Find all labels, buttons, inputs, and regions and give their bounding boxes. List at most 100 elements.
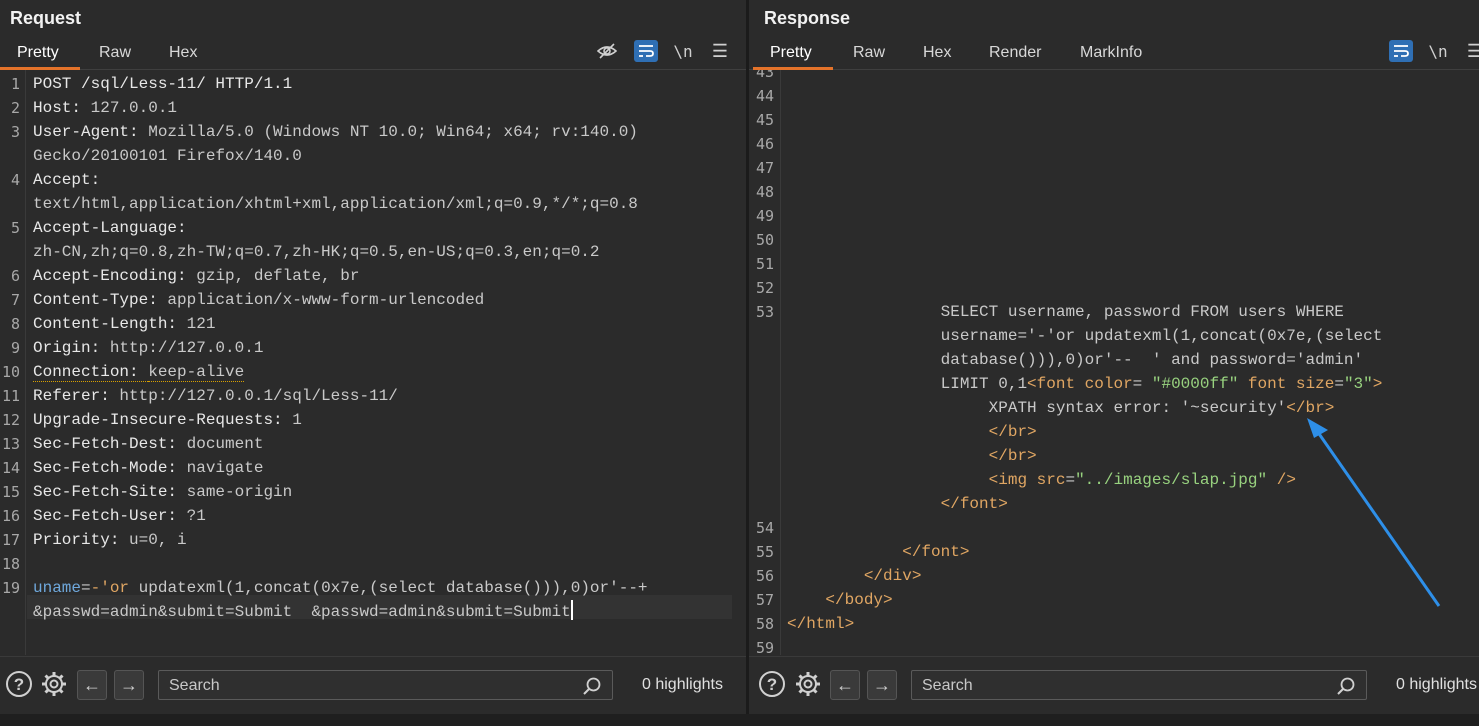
code-token: Upgrade-Insecure-Requests:: [33, 411, 293, 429]
next-arrow-icon[interactable]: →: [114, 670, 144, 700]
code-token: http://127.0.0.1/sql/Less-11/: [119, 387, 398, 405]
line-number: 15: [1, 483, 20, 501]
request-editor[interactable]: 1 POST /sql/Less-11/ HTTP/1.1 2 Host: 127.0…: [0, 70, 746, 655]
code-token: zh-CN,zh;q=0.8,zh-TW;q=0.7,zh-HK;q=0.5,e…: [33, 243, 600, 261]
response-title: Response: [764, 8, 851, 28]
tab-raw[interactable]: Raw: [853, 44, 885, 62]
code-token: keep-alive: [148, 363, 245, 382]
code-token: Gecko/20100101 Firefox/140.0: [33, 147, 302, 165]
code-line: Upgrade-Insecure-Requests: 1: [33, 408, 302, 432]
code-line: Referer: http://127.0.0.1/sql/Less-11/: [33, 384, 398, 408]
response-footer: ? ← → 0 highlights: [749, 656, 1479, 715]
previous-arrow-icon[interactable]: ←: [77, 670, 107, 700]
code-token: Accept:: [33, 171, 101, 189]
request-title: Request: [10, 8, 82, 28]
help-icon[interactable]: ?: [4, 669, 34, 699]
code-token: Sec-Fetch-User:: [33, 507, 187, 525]
line-number: 13: [1, 435, 20, 453]
tab-raw[interactable]: Raw: [99, 44, 131, 62]
code-line: Gecko/20100101 Firefox/140.0: [33, 144, 302, 168]
line-number: 8: [10, 315, 20, 333]
help-icon[interactable]: ?: [757, 669, 787, 699]
tab-pretty[interactable]: Pretty: [17, 44, 59, 62]
line-number: 19: [1, 579, 20, 597]
status-bar: [0, 714, 1479, 726]
line-number: 2: [10, 99, 20, 117]
tab-hex[interactable]: Hex: [169, 44, 197, 62]
code-token: Sec-Fetch-Dest:: [33, 435, 187, 453]
code-line: Accept-Language:: [33, 216, 187, 240]
request-search-box: [158, 670, 613, 700]
code-token: Priority:: [33, 531, 130, 549]
line-number: 1: [10, 75, 20, 93]
code-line: uname=-'or updatexml(1,concat(0x7e,(sele…: [33, 576, 648, 600]
next-arrow-icon[interactable]: →: [867, 670, 897, 700]
response-editor[interactable]: 43 44 45 46 47 48 49 50 51 52 53 SELECT username, …: [749, 70, 1479, 655]
code-token: User-Agent:: [33, 123, 149, 141]
code-token: Sec-Fetch-Site:: [33, 483, 187, 501]
code-token: Origin:: [33, 339, 110, 357]
code-token: uname: [33, 579, 82, 597]
code-line: Accept-Encoding: gzip, deflate, br: [33, 264, 359, 288]
code-token: -'or: [90, 579, 139, 597]
request-search-input[interactable]: [167, 675, 551, 697]
code-token: u=0, i: [129, 531, 187, 549]
code-token: document: [186, 435, 264, 453]
code-token: 1: [292, 411, 302, 429]
menu-icon[interactable]: ☰: [708, 40, 732, 62]
wrap-lines-icon[interactable]: [1389, 40, 1413, 62]
line-number: 4: [10, 171, 20, 189]
code-token: Referer:: [33, 387, 120, 405]
code-token: Accept-Language:: [33, 219, 187, 237]
code-token: 127.0.0.1: [90, 99, 178, 117]
newline-toggle-icon[interactable]: \n: [671, 40, 695, 62]
code-line: text/html,application/xhtml+xml,applicat…: [33, 192, 638, 216]
code-line: Sec-Fetch-User: ?1: [33, 504, 206, 528]
hide-eye-icon[interactable]: [595, 40, 619, 62]
code-token: Accept-Encoding:: [33, 267, 197, 285]
code-token: Content-Length:: [33, 315, 187, 333]
response-pane: Response Pretty Raw Hex Render MarkInfo …: [749, 0, 1479, 726]
text-caret: [570, 600, 573, 620]
settings-gear-icon[interactable]: [39, 669, 69, 699]
code-token: Mozilla/5.0 (Windows NT 10.0; Win64; x64…: [148, 123, 638, 141]
wrap-lines-icon[interactable]: [634, 40, 658, 62]
code-token: =: [81, 579, 91, 597]
search-icon[interactable]: [1336, 676, 1356, 701]
menu-icon[interactable]: ☰: [1463, 40, 1479, 62]
line-number: 5: [10, 219, 20, 237]
response-tabs: Pretty Raw Hex Render MarkInfo \n ☰: [749, 40, 1479, 70]
line-number: 3: [10, 123, 20, 141]
code-line: &passwd=admin&submit=Submit &passwd=admi…: [33, 600, 573, 624]
code-token: POST /sql/Less-11/ HTTP/1.1: [33, 75, 293, 93]
code-token: ?1: [186, 507, 206, 525]
code-token: updatexml(1,concat(0x7e,(select database…: [138, 579, 648, 597]
newline-toggle-icon[interactable]: \n: [1426, 40, 1450, 62]
code-line: Content-Length: 121: [33, 312, 215, 336]
line-number: 17: [1, 531, 20, 549]
code-token: Connection:: [33, 363, 149, 382]
line-number: 18: [1, 555, 20, 573]
response-search-input[interactable]: [920, 675, 1304, 697]
code-token: Content-Type:: [33, 291, 168, 309]
search-icon[interactable]: [582, 676, 602, 701]
code-line: Origin: http://127.0.0.1: [33, 336, 263, 360]
request-highlight-count: 0 highlights: [642, 676, 723, 693]
code-line: User-Agent: Mozilla/5.0 (Windows NT 10.0…: [33, 120, 638, 144]
tab-markinfo[interactable]: MarkInfo: [1080, 44, 1142, 62]
line-number: 14: [1, 459, 20, 477]
tab-render[interactable]: Render: [989, 44, 1041, 62]
code-token: text/html,application/xhtml+xml,applicat…: [33, 195, 638, 213]
code-token: 121: [186, 315, 216, 333]
tab-pretty[interactable]: Pretty: [770, 44, 812, 62]
response-highlight-count: 0 highlights: [1396, 676, 1477, 693]
code-line: Accept:: [33, 168, 100, 192]
settings-gear-icon[interactable]: [793, 669, 823, 699]
line-number: 6: [10, 267, 20, 285]
line-number: 12: [1, 411, 20, 429]
previous-arrow-icon[interactable]: ←: [830, 670, 860, 700]
code-token: http://127.0.0.1: [109, 339, 264, 357]
code-line: POST /sql/Less-11/ HTTP/1.1: [33, 72, 292, 96]
code-token: application/x-www-form-urlencoded: [167, 291, 485, 309]
tab-hex[interactable]: Hex: [923, 44, 951, 62]
